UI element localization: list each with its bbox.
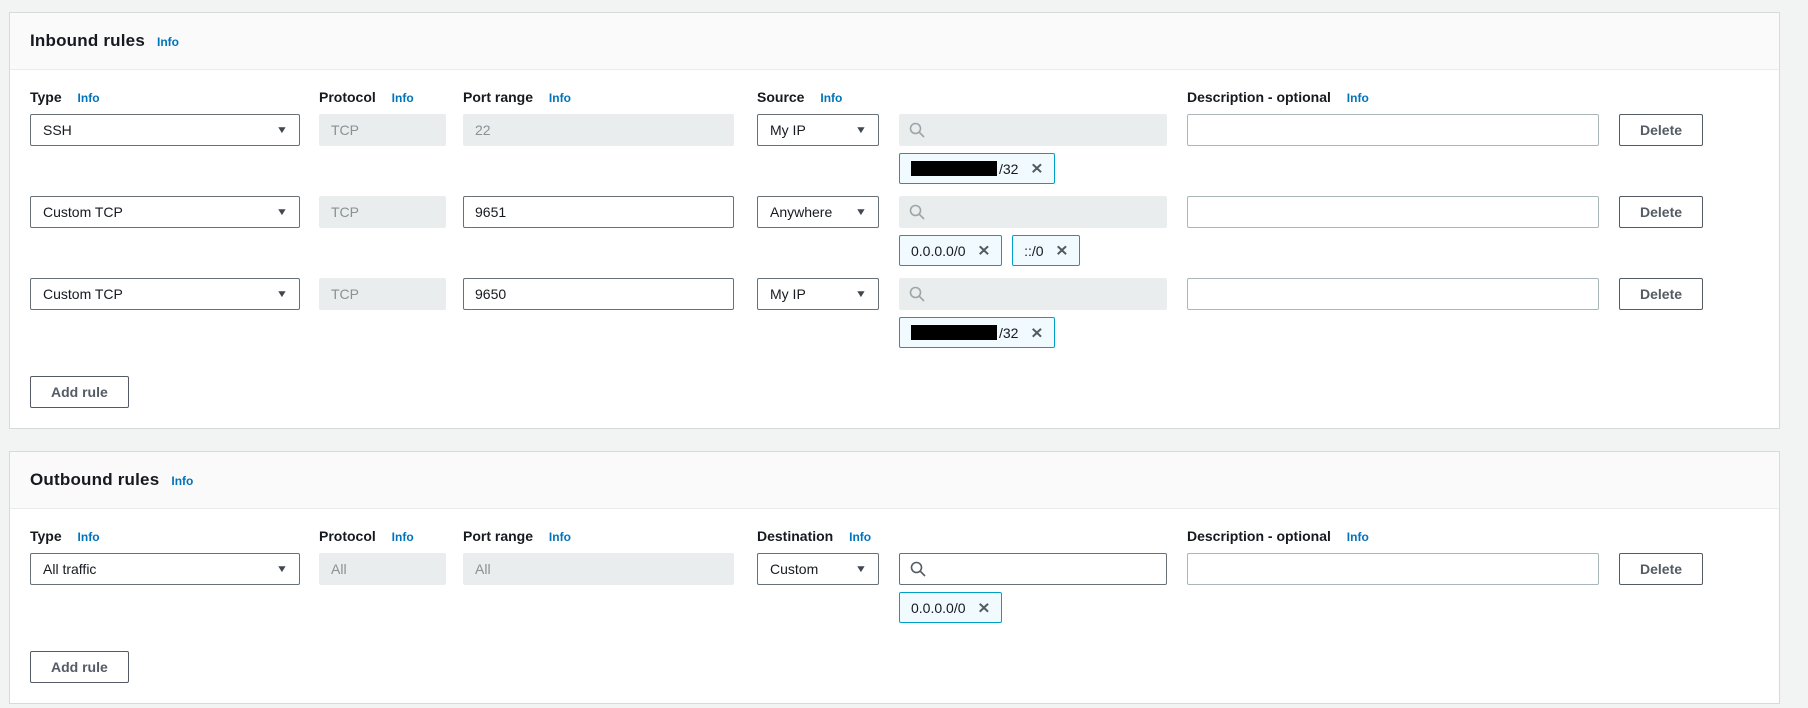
type-info-link[interactable]: Info: [78, 91, 100, 105]
cidr-tag: /32 ✕: [899, 153, 1055, 184]
column-header-port-range: Port range Info: [463, 89, 734, 105]
description-input[interactable]: [1187, 114, 1599, 146]
source-search-box: [899, 114, 1167, 146]
source-search-input: [933, 204, 1157, 220]
source-search-input: [933, 286, 1157, 302]
source-search-box: [899, 196, 1167, 228]
type-select[interactable]: All traffic ▼: [30, 553, 300, 585]
chevron-down-icon: ▼: [276, 207, 288, 218]
type-select[interactable]: Custom TCP ▼: [30, 278, 300, 310]
description-info-link[interactable]: Info: [1347, 530, 1369, 544]
inbound-rules-card: Inbound rules Info Type Info Protocol In…: [9, 12, 1780, 429]
protocol-info-link[interactable]: Info: [392, 91, 414, 105]
source-search-box: [899, 278, 1167, 310]
chevron-down-icon: ▼: [855, 289, 867, 300]
source-select[interactable]: My IP ▼: [757, 278, 879, 310]
inbound-rules-title: Inbound rules: [30, 31, 145, 51]
delete-rule-button[interactable]: Delete: [1619, 553, 1703, 585]
inbound-column-headers: Type Info Protocol Info Port range Info …: [30, 89, 1759, 105]
column-header-destination: Destination Info: [757, 528, 1167, 544]
port-range-field[interactable]: [463, 278, 734, 310]
chevron-down-icon: ▼: [855, 125, 867, 136]
source-tags: /32 ✕: [899, 317, 1167, 348]
search-icon: [909, 204, 925, 220]
search-icon: [909, 286, 925, 302]
cidr-tag: /32 ✕: [899, 317, 1055, 348]
destination-tags: 0.0.0.0/0 ✕: [899, 592, 1167, 623]
delete-rule-button[interactable]: Delete: [1619, 278, 1703, 310]
port-range-field: [463, 553, 734, 585]
protocol-field: [319, 196, 446, 228]
description-info-link[interactable]: Info: [1347, 91, 1369, 105]
chevron-down-icon: ▼: [276, 289, 288, 300]
search-icon: [909, 122, 925, 138]
close-icon[interactable]: ✕: [1030, 324, 1043, 341]
redacted-ip: [911, 325, 997, 340]
cidr-tag: 0.0.0.0/0 ✕: [899, 592, 1002, 623]
destination-info-link[interactable]: Info: [849, 530, 871, 544]
description-input[interactable]: [1187, 278, 1599, 310]
search-icon: [910, 561, 926, 577]
outbound-rules-card: Outbound rules Info Type Info Protocol I…: [9, 451, 1780, 704]
cidr-tag: ::/0 ✕: [1012, 235, 1080, 266]
add-rule-button[interactable]: Add rule: [30, 376, 129, 408]
cidr-tag: 0.0.0.0/0 ✕: [899, 235, 1002, 266]
destination-search-input[interactable]: [934, 561, 1156, 577]
outbound-rules-info-link[interactable]: Info: [171, 474, 193, 488]
column-header-source: Source Info: [757, 89, 1167, 105]
outbound-column-headers: Type Info Protocol Info Port range Info …: [30, 528, 1759, 544]
protocol-field: [319, 553, 446, 585]
chevron-down-icon: ▼: [276, 564, 288, 575]
close-icon[interactable]: ✕: [1056, 242, 1069, 259]
delete-rule-button[interactable]: Delete: [1619, 114, 1703, 146]
port-range-info-link[interactable]: Info: [549, 530, 571, 544]
description-input[interactable]: [1187, 196, 1599, 228]
inbound-rules-header: Inbound rules Info: [10, 13, 1779, 70]
source-tags: /32 ✕: [899, 153, 1167, 184]
outbound-rules-body: Type Info Protocol Info Port range Info …: [10, 509, 1779, 703]
inbound-rule-row-2: Custom TCP ▼ Anywhere ▼: [30, 196, 1759, 266]
column-header-protocol: Protocol Info: [319, 528, 446, 544]
destination-search-box[interactable]: [899, 553, 1167, 585]
source-tags: 0.0.0.0/0 ✕ ::/0 ✕: [899, 235, 1167, 266]
chevron-down-icon: ▼: [855, 564, 867, 575]
inbound-rules-info-link[interactable]: Info: [157, 35, 179, 49]
close-icon[interactable]: ✕: [978, 242, 991, 259]
delete-rule-button[interactable]: Delete: [1619, 196, 1703, 228]
source-info-link[interactable]: Info: [820, 91, 842, 105]
column-header-description: Description - optional Info: [1187, 528, 1599, 544]
type-select[interactable]: SSH ▼: [30, 114, 300, 146]
type-info-link[interactable]: Info: [78, 530, 100, 544]
redacted-ip: [911, 161, 997, 176]
inbound-rules-body: Type Info Protocol Info Port range Info …: [10, 70, 1779, 428]
destination-select[interactable]: Custom ▼: [757, 553, 879, 585]
description-input[interactable]: [1187, 553, 1599, 585]
chevron-down-icon: ▼: [276, 125, 288, 136]
column-header-type: Type Info: [30, 89, 300, 105]
column-header-protocol: Protocol Info: [319, 89, 446, 105]
source-select[interactable]: My IP ▼: [757, 114, 879, 146]
close-icon[interactable]: ✕: [1030, 160, 1043, 177]
close-icon[interactable]: ✕: [978, 599, 991, 616]
outbound-rules-header: Outbound rules Info: [10, 452, 1779, 509]
source-select[interactable]: Anywhere ▼: [757, 196, 879, 228]
column-header-description: Description - optional Info: [1187, 89, 1599, 105]
inbound-rule-row-3: Custom TCP ▼ My IP ▼: [30, 278, 1759, 348]
port-range-field[interactable]: [463, 196, 734, 228]
protocol-info-link[interactable]: Info: [392, 530, 414, 544]
add-rule-button[interactable]: Add rule: [30, 651, 129, 683]
protocol-field: [319, 278, 446, 310]
security-group-rules-page: Inbound rules Info Type Info Protocol In…: [0, 0, 1808, 704]
source-search-input: [933, 122, 1157, 138]
type-select[interactable]: Custom TCP ▼: [30, 196, 300, 228]
inbound-rule-row-1: SSH ▼ My IP ▼: [30, 114, 1759, 184]
port-range-field: [463, 114, 734, 146]
outbound-rule-row-1: All traffic ▼ Custom ▼: [30, 553, 1759, 623]
outbound-rules-title: Outbound rules: [30, 470, 159, 490]
column-header-port-range: Port range Info: [463, 528, 734, 544]
port-range-info-link[interactable]: Info: [549, 91, 571, 105]
chevron-down-icon: ▼: [855, 207, 867, 218]
protocol-field: [319, 114, 446, 146]
column-header-type: Type Info: [30, 528, 300, 544]
